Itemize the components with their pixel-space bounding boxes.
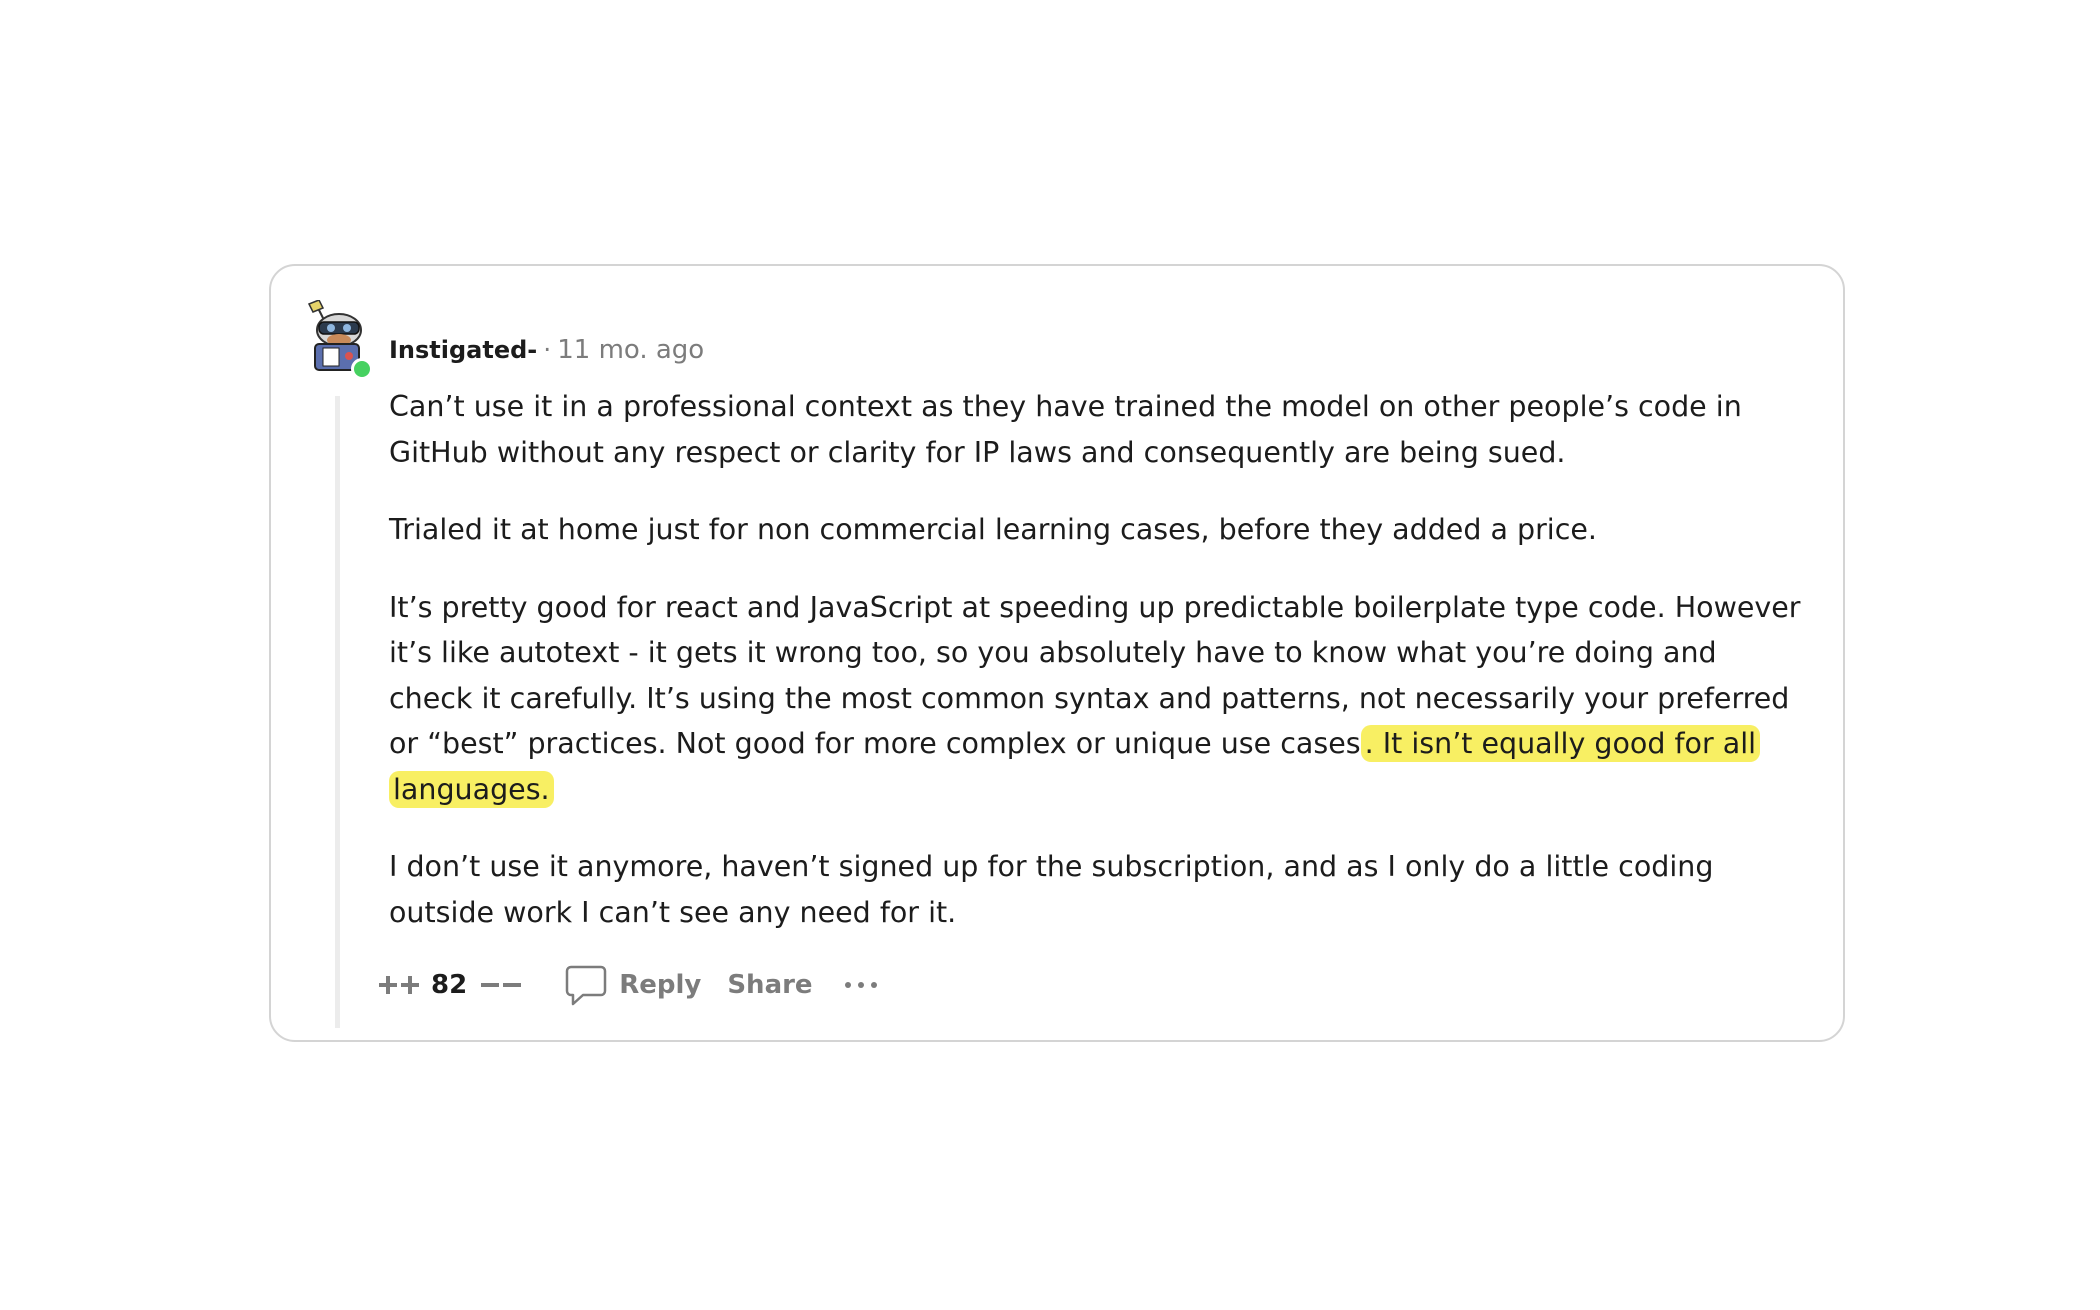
comment-paragraph-4: I don’t use it anymore, haven’t signed u… <box>389 844 1809 935</box>
upvote-button[interactable] <box>377 970 423 1000</box>
paragraph-4-text: I don’t use it anymore, haven’t signed u… <box>389 850 1714 929</box>
comment-paragraph-1: Can’t use it in a professional context a… <box>389 384 1809 475</box>
thread-collapse-line[interactable] <box>335 396 340 1028</box>
comment-bubble-icon <box>565 965 607 1006</box>
comment-card: Instigated- · 11 mo. ago Can’t use it in a… <box>269 264 1845 1042</box>
meta-separator: · <box>543 335 552 364</box>
online-status-dot <box>351 358 373 380</box>
downvote-button[interactable] <box>479 970 525 1000</box>
comment-body: Can’t use it in a professional context a… <box>389 384 1809 967</box>
comment-meta: Instigated- · 11 mo. ago <box>389 332 704 368</box>
comment-actions: 82 Reply Share <box>377 960 879 1010</box>
downvote-icon <box>481 983 522 987</box>
more-options-button[interactable] <box>843 979 879 991</box>
reply-button[interactable]: Reply <box>565 963 701 1007</box>
reply-label: Reply <box>619 970 702 1000</box>
upvote-icon <box>379 976 419 994</box>
share-button[interactable]: Share <box>727 970 812 1000</box>
vote-count: 82 <box>431 970 468 1000</box>
paragraph-2-text: Trialed it at home just for non commerci… <box>389 513 1597 546</box>
comment-paragraph-3: It’s pretty good for react and JavaScrip… <box>389 585 1809 813</box>
paragraph-1-text: Can’t use it in a professional context a… <box>389 390 1742 469</box>
share-label: Share <box>727 970 813 1000</box>
username-link[interactable]: Instigated- <box>389 336 537 364</box>
timestamp[interactable]: 11 mo. ago <box>557 335 704 365</box>
more-options-icon <box>844 982 877 988</box>
comment-paragraph-2: Trialed it at home just for non commerci… <box>389 507 1809 553</box>
